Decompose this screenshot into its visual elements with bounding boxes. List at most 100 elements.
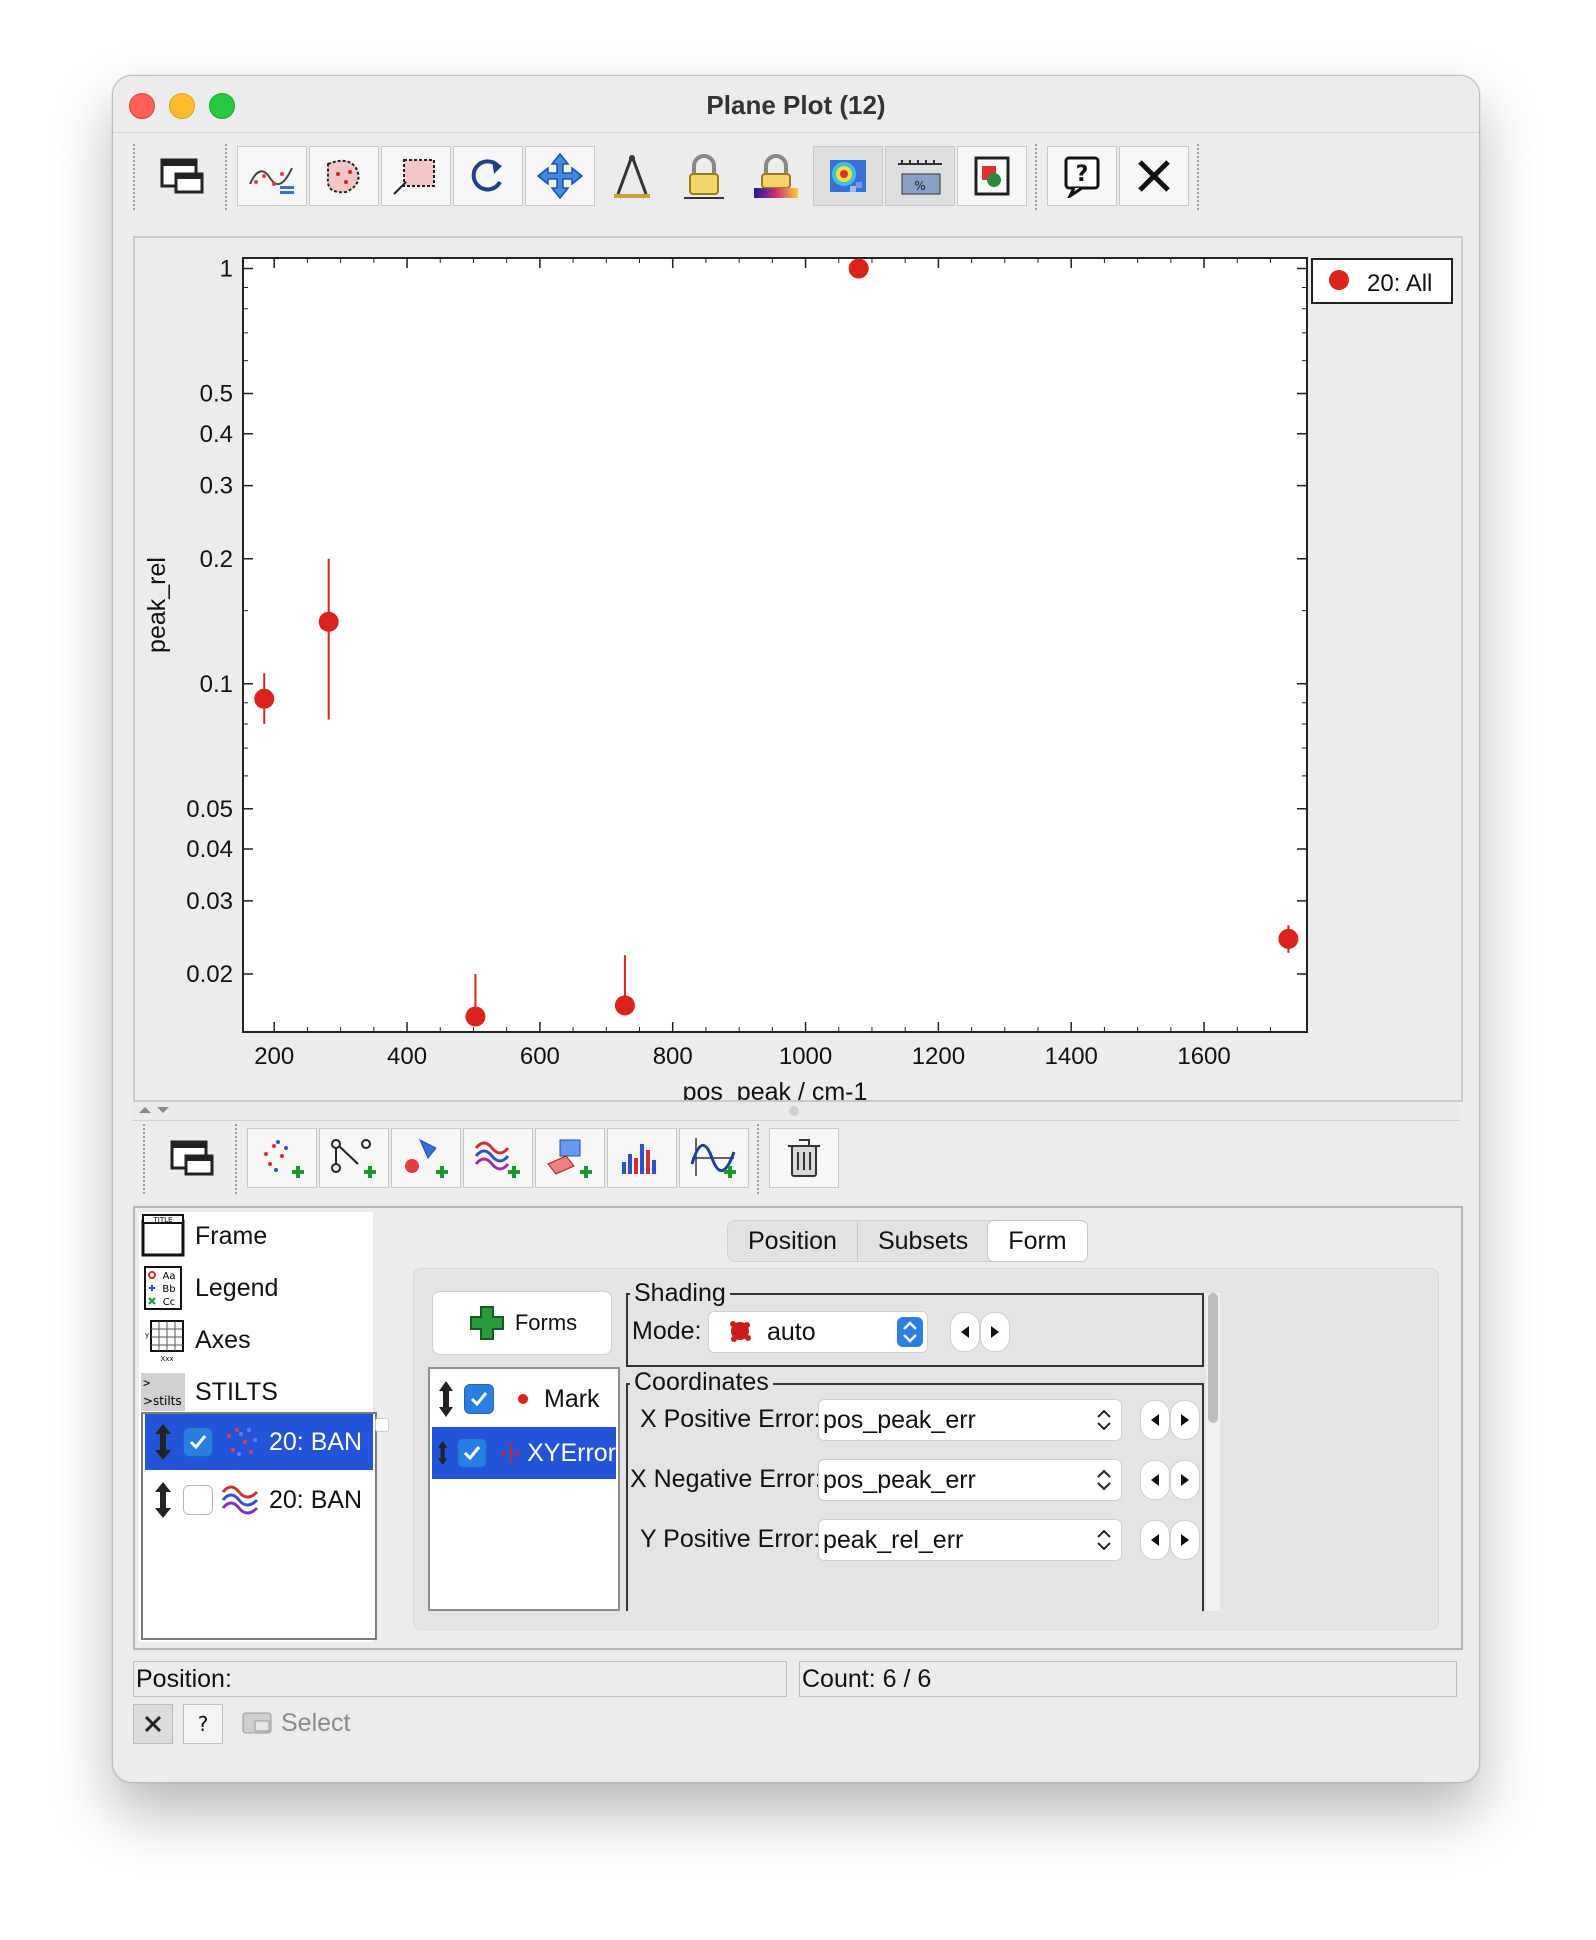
x-negative-error-prev[interactable] [1140, 1460, 1170, 1500]
y-positive-error-select[interactable]: peak_rel_err [818, 1519, 1122, 1561]
x-negative-error-select[interactable]: pos_peak_err [818, 1459, 1122, 1501]
panel-splitter[interactable] [133, 1102, 1459, 1121]
shading-next-button[interactable] [980, 1312, 1010, 1352]
form-label: Mark [544, 1384, 600, 1413]
status-help-button[interactable]: ? [183, 1704, 223, 1744]
select-control[interactable]: Select [241, 1706, 350, 1740]
layer-list-resize-handle[interactable] [375, 1418, 389, 1432]
control-item-stilts[interactable]: > >stilts STILTS [139, 1368, 373, 1416]
legend-box: 20: All [1311, 258, 1453, 304]
form-scrollbar[interactable] [1206, 1293, 1220, 1611]
add-scatter-button[interactable] [247, 1128, 317, 1188]
legend-toggle-icon: % [898, 160, 942, 195]
axis-lock-button[interactable] [669, 146, 739, 206]
mark-form-icon [518, 1394, 528, 1404]
aux-lock-button[interactable] [741, 146, 811, 206]
close-icon [144, 1715, 162, 1733]
x-tick-label: 200 [254, 1043, 294, 1070]
add-density-button[interactable] [463, 1128, 533, 1188]
form-tab-content: Forms Mark XYError Shading Mode: auto Co… [413, 1268, 1439, 1630]
form-list: Mark XYError [428, 1367, 620, 1611]
drag-handle-icon[interactable] [436, 1433, 449, 1473]
tab-form[interactable]: Form [987, 1220, 1088, 1262]
replot-button[interactable] [237, 146, 307, 206]
add-pair-button[interactable] [319, 1128, 389, 1188]
control-item-legend[interactable]: Aa Bb Cc Legend [139, 1264, 373, 1312]
x-tick-label: 1400 [1045, 1043, 1098, 1070]
x-positive-error-select[interactable]: pos_peak_err [818, 1399, 1122, 1441]
shading-mode-select[interactable]: auto [708, 1311, 928, 1353]
delete-layer-button[interactable] [769, 1128, 839, 1188]
x-positive-error-prev[interactable] [1140, 1400, 1170, 1440]
toolbar-separator [143, 1124, 148, 1194]
arrow-right-icon [991, 1326, 999, 1338]
axes-button[interactable] [597, 146, 667, 206]
arrow-right-icon [1181, 1414, 1189, 1426]
splitter-handle[interactable] [789, 1106, 799, 1116]
y-positive-error-label: Y Positive Error: [640, 1525, 821, 1553]
select-chevrons-icon [1097, 1469, 1111, 1491]
drag-handle-icon[interactable] [151, 1422, 175, 1462]
x-negative-error-next[interactable] [1170, 1460, 1200, 1500]
layer-visible-checkbox[interactable] [183, 1427, 213, 1457]
control-item-axes[interactable]: y Xxx Axes [139, 1316, 373, 1364]
export-button[interactable] [957, 146, 1027, 206]
form-row-xyerror[interactable]: XYError [432, 1427, 616, 1479]
form-scrollbar-thumb[interactable] [1208, 1293, 1218, 1423]
select-chevrons-icon [1097, 1409, 1111, 1431]
add-marker-button[interactable] [391, 1128, 461, 1188]
subset-draw-button[interactable] [309, 146, 379, 206]
toolbar-separator [1035, 144, 1040, 210]
stilts-icon: > >stilts [141, 1373, 185, 1411]
layer-visible-checkbox[interactable] [183, 1485, 213, 1515]
layer-row-2[interactable]: 20: BAN [145, 1472, 373, 1528]
arrow-left-icon [961, 1326, 969, 1338]
legend-toggle-button[interactable]: % [885, 146, 955, 206]
plot-canvas[interactable]: 200 400 600 800 1000 1200 1400 1600 1 0.5 0.4 0.3 0.… [135, 238, 1461, 1100]
toolbar-separator [1197, 144, 1202, 210]
navigate-button[interactable] [525, 146, 595, 206]
form-visible-checkbox[interactable] [457, 1438, 488, 1468]
splitter-arrows-icon[interactable] [137, 1103, 177, 1119]
control-item-frame[interactable]: TITLE Frame [139, 1212, 373, 1260]
help-button[interactable]: ? [1047, 146, 1117, 206]
shading-legend: Shading [630, 1279, 730, 1308]
add-form-button[interactable]: Forms [432, 1291, 612, 1355]
tab-subsets[interactable]: Subsets [856, 1221, 988, 1261]
layer-window-button[interactable] [157, 1128, 227, 1188]
svg-text:>: > [143, 1376, 150, 1390]
subset-rect-button[interactable] [381, 146, 451, 206]
shading-prev-button[interactable] [950, 1312, 980, 1352]
add-form-label: Forms [514, 1310, 578, 1335]
replot-icon [249, 167, 294, 194]
close-button[interactable] [1119, 146, 1189, 206]
data-point [1278, 928, 1299, 949]
y-positive-error-prev[interactable] [1140, 1520, 1170, 1560]
y-positive-error-next[interactable] [1170, 1520, 1200, 1560]
check-icon [470, 1392, 488, 1407]
export-icon [974, 156, 1010, 196]
navigate-icon [536, 152, 584, 200]
legend-icon: Aa Bb Cc [144, 1266, 182, 1310]
layer-row-1[interactable]: 20: BAN [145, 1414, 373, 1470]
form-visible-checkbox[interactable] [464, 1384, 494, 1414]
heatmap-button[interactable] [813, 146, 883, 206]
drag-handle-icon[interactable] [436, 1379, 456, 1419]
plot-panel[interactable]: 200 400 600 800 1000 1200 1400 1600 1 0.5 0.4 0.3 0.… [133, 236, 1463, 1102]
select-chevrons-icon [1097, 1529, 1111, 1551]
axes-icon [614, 155, 650, 198]
add-function-button[interactable] [679, 1128, 749, 1188]
y-axis-label: peak_rel [143, 557, 171, 653]
cancel-button[interactable] [133, 1704, 173, 1744]
tab-position[interactable]: Position [728, 1221, 857, 1261]
form-row-mark[interactable]: Mark [432, 1373, 616, 1425]
window-title: Plane Plot (12) [706, 90, 886, 120]
x-tick-label: 400 [387, 1043, 427, 1070]
svg-text:Aa: Aa [163, 1271, 176, 1282]
window-button[interactable] [147, 146, 217, 206]
add-area-button[interactable] [535, 1128, 605, 1188]
drag-handle-icon[interactable] [151, 1480, 175, 1520]
add-histogram-button[interactable] [607, 1128, 677, 1188]
x-positive-error-next[interactable] [1170, 1400, 1200, 1440]
reload-button[interactable] [453, 146, 523, 206]
